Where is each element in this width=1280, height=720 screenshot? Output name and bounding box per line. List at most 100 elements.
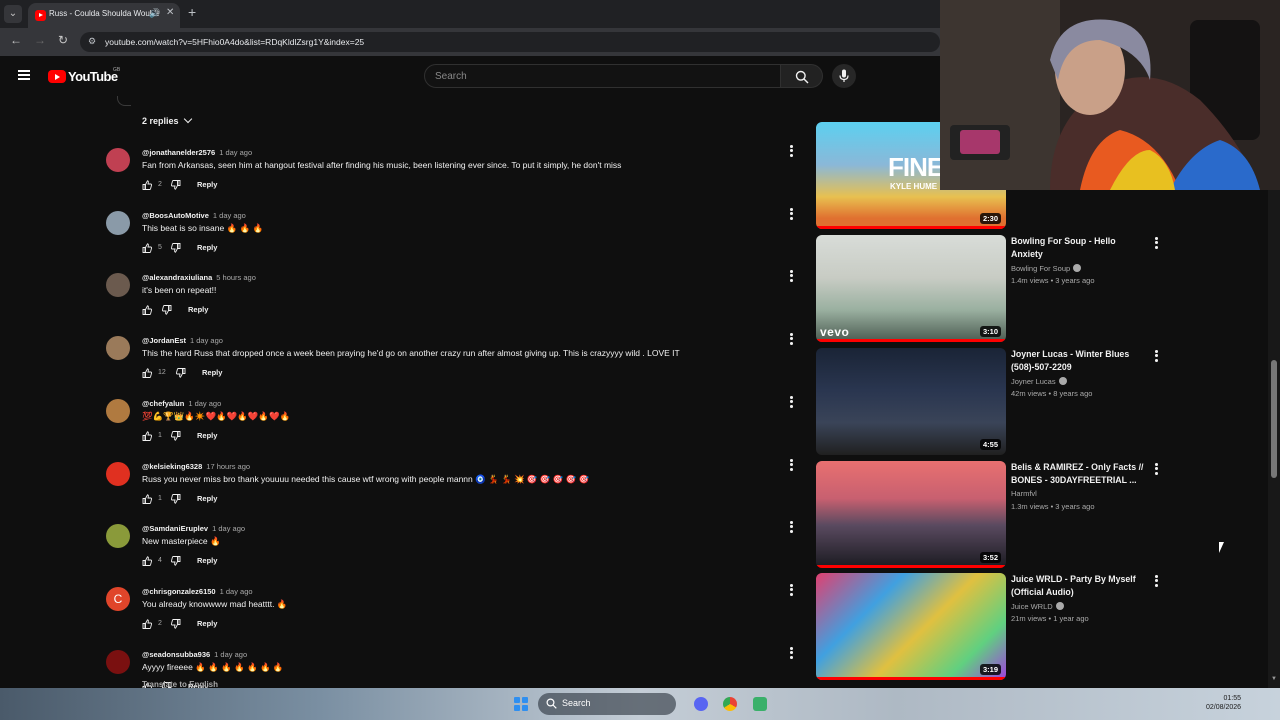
scrollbar-thumb[interactable]	[1271, 360, 1277, 478]
video-thumbnail[interactable]: 3:52	[816, 461, 1006, 568]
windows-start-icon[interactable]	[514, 697, 528, 711]
reply-button[interactable]: Reply	[197, 243, 217, 252]
comment-author[interactable]: @JordanEst	[142, 336, 186, 345]
dislike-icon[interactable]	[162, 305, 172, 315]
tab-search-icon[interactable]: ⌄	[4, 5, 22, 23]
comment-time[interactable]: 1 day ago	[219, 148, 252, 157]
like-icon[interactable]	[142, 494, 152, 504]
comment-author[interactable]: @chrisgonzalez6150	[142, 587, 216, 596]
video-title[interactable]: Joyner Lucas - Winter Blues (508)-507-22…	[1011, 348, 1147, 374]
video-thumbnail[interactable]: 4:55	[816, 348, 1006, 455]
avatar[interactable]	[106, 462, 130, 486]
comment-author[interactable]: @SamdaniEruplev	[142, 524, 208, 533]
channel-name[interactable]: Harmfvl	[1011, 489, 1037, 498]
like-icon[interactable]	[142, 556, 152, 566]
more-options-icon[interactable]	[1155, 575, 1159, 588]
reply-button[interactable]: Reply	[188, 305, 208, 314]
like-icon[interactable]	[142, 243, 152, 253]
comment-author[interactable]: @seadonsubba936	[142, 650, 210, 659]
comment-time[interactable]: 1 day ago	[212, 524, 245, 533]
reply-button[interactable]: Reply	[197, 619, 217, 628]
more-options-icon[interactable]	[790, 396, 794, 409]
more-options-icon[interactable]	[790, 208, 794, 221]
comment-time[interactable]: 5 hours ago	[216, 273, 256, 282]
channel-name[interactable]: Bowling For Soup	[1011, 263, 1082, 273]
comment-time[interactable]: 1 day ago	[190, 336, 223, 345]
more-options-icon[interactable]	[1155, 463, 1159, 476]
like-icon[interactable]	[142, 619, 152, 629]
dislike-icon[interactable]	[171, 431, 181, 441]
reply-button[interactable]: Reply	[197, 494, 217, 503]
comment-time[interactable]: 1 day ago	[214, 650, 247, 659]
dislike-icon[interactable]	[171, 619, 181, 629]
dislike-icon[interactable]	[171, 180, 181, 190]
reply-button[interactable]: Reply	[197, 556, 217, 565]
reload-icon[interactable]: ↻	[58, 33, 68, 47]
like-icon[interactable]	[142, 180, 152, 190]
address-bar[interactable]: ⚙ youtube.com/watch?v=5HFhio0A4do&list=R…	[80, 32, 940, 52]
more-options-icon[interactable]	[790, 584, 794, 597]
comment-time[interactable]: 1 day ago	[213, 211, 246, 220]
avatar[interactable]	[106, 273, 130, 297]
youtube-logo-text[interactable]: YouTube	[68, 69, 118, 84]
menu-icon[interactable]	[18, 70, 30, 80]
back-icon[interactable]: ←	[10, 33, 22, 47]
video-title[interactable]: Bowling For Soup - Hello Anxiety	[1011, 235, 1147, 261]
avatar[interactable]	[106, 148, 130, 172]
comment-author[interactable]: @BoosAutoMotive	[142, 211, 209, 220]
dislike-icon[interactable]	[171, 243, 181, 253]
avatar[interactable]	[106, 336, 130, 360]
related-video-item[interactable]: 4:55 Joyner Lucas - Winter Blues (508)-50…	[816, 348, 1176, 456]
comment-author[interactable]: @alexandraxiuliana	[142, 273, 212, 282]
speaker-icon[interactable]: 🔊	[149, 8, 160, 19]
site-info-icon[interactable]: ⚙	[88, 36, 96, 47]
replies-toggle[interactable]: 2 replies	[142, 114, 192, 126]
scroll-down-icon[interactable]: ▼	[1271, 676, 1277, 682]
more-options-icon[interactable]	[790, 459, 794, 472]
avatar[interactable]	[106, 524, 130, 548]
search-button[interactable]	[781, 64, 823, 88]
dislike-icon[interactable]	[171, 556, 181, 566]
more-options-icon[interactable]	[790, 145, 794, 158]
video-title[interactable]: Juice WRLD - Party By Myself (Official A…	[1011, 573, 1147, 599]
voice-search-button[interactable]	[832, 64, 856, 88]
related-video-item[interactable]: vevo 3:10 Bowling For Soup - Hello Anxiety…	[816, 235, 1176, 343]
comment-time[interactable]: 17 hours ago	[206, 462, 250, 471]
related-video-item[interactable]: 3:52 Belis & RAMIREZ - Only Facts // BONE…	[816, 461, 1176, 569]
dislike-icon[interactable]	[171, 494, 181, 504]
video-thumbnail[interactable]: vevo 3:10	[816, 235, 1006, 342]
search-input[interactable]: Search	[424, 64, 781, 88]
more-options-icon[interactable]	[1155, 237, 1159, 250]
youtube-logo-icon[interactable]	[48, 70, 66, 83]
comment-time[interactable]: 1 day ago	[220, 587, 253, 596]
close-tab-icon[interactable]: ✕	[166, 7, 174, 18]
avatar[interactable]	[106, 650, 130, 674]
taskbar-search[interactable]: Search	[538, 693, 676, 715]
video-thumbnail[interactable]: 3:19	[816, 573, 1006, 680]
reply-button[interactable]: Reply	[197, 180, 217, 189]
chrome-icon[interactable]	[723, 697, 737, 711]
like-icon[interactable]	[142, 305, 152, 315]
comment-author[interactable]: @kelsieking6328	[142, 462, 202, 471]
new-tab-icon[interactable]: +	[188, 4, 196, 20]
system-clock[interactable]: 01:55 02/08/2026	[1206, 694, 1241, 712]
avatar[interactable]	[106, 399, 130, 423]
avatar[interactable]: C	[106, 587, 130, 611]
related-video-item[interactable]: 3:19 Juice WRLD - Party By Myself (Offici…	[816, 573, 1176, 681]
avatar[interactable]	[106, 211, 130, 235]
more-options-icon[interactable]	[790, 270, 794, 283]
comment-time[interactable]: 1 day ago	[188, 399, 221, 408]
browser-tab[interactable]: Russ - Coulda Shoulda Woulda 🔊 ✕	[28, 3, 180, 28]
more-options-icon[interactable]	[790, 333, 794, 346]
reply-button[interactable]: Reply	[202, 368, 222, 377]
channel-name[interactable]: Joyner Lucas	[1011, 376, 1067, 386]
forward-icon[interactable]: →	[34, 33, 46, 47]
comment-author[interactable]: @jonathanelder2576	[142, 148, 215, 157]
more-options-icon[interactable]	[1155, 350, 1159, 363]
channel-name[interactable]: Juice WRLD	[1011, 601, 1064, 611]
like-icon[interactable]	[142, 431, 152, 441]
like-icon[interactable]	[142, 368, 152, 378]
video-title[interactable]: Belis & RAMIREZ - Only Facts // BONES - …	[1011, 461, 1147, 487]
more-options-icon[interactable]	[790, 521, 794, 534]
more-options-icon[interactable]	[790, 647, 794, 660]
